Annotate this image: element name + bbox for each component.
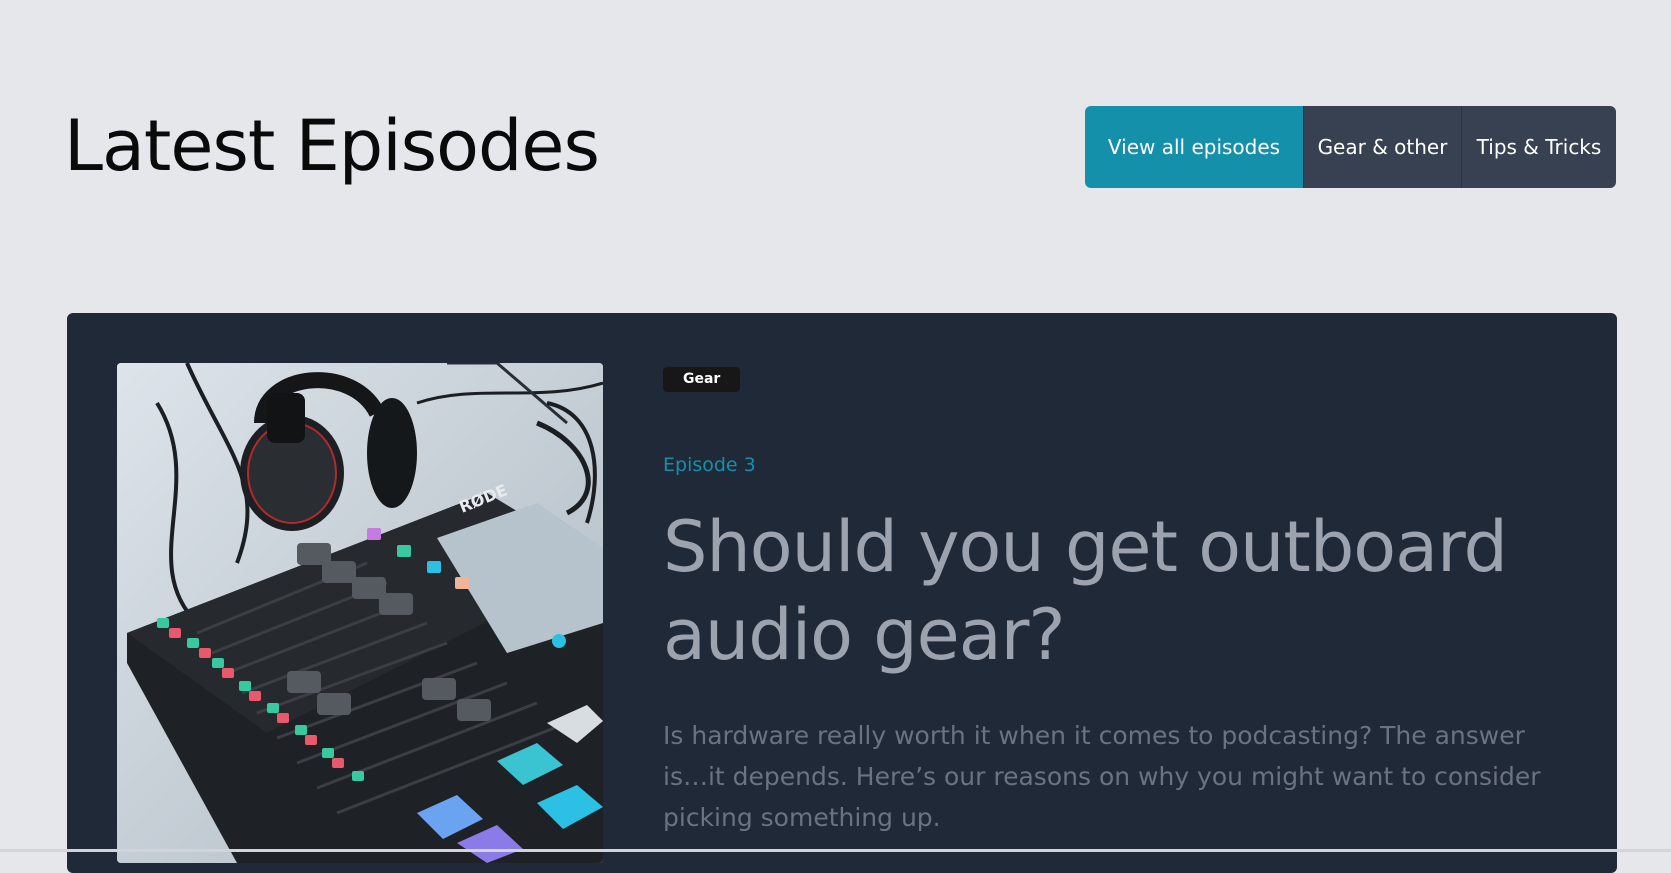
episode-title[interactable]: Should you get outboard audio gear?: [663, 503, 1583, 679]
view-all-episodes-button[interactable]: View all episodes: [1085, 106, 1303, 188]
episode-image: RØDE: [117, 363, 603, 863]
episode-description: Is hardware really worth it when it come…: [663, 721, 1541, 832]
page-title: Latest Episodes: [64, 105, 600, 187]
mixer-illustration: RØDE: [117, 363, 603, 863]
featured-episode-card[interactable]: RØDE Gear Episode 3 Should you get outbo…: [67, 313, 1617, 873]
episode-filter-group: View all episodes Gear & other Tips & Tr…: [1085, 106, 1616, 188]
gear-and-other-button[interactable]: Gear & other: [1303, 106, 1461, 188]
episode-number: Episode 3: [663, 454, 756, 476]
tips-and-tricks-button[interactable]: Tips & Tricks: [1461, 106, 1616, 188]
category-badge: Gear: [663, 367, 741, 392]
